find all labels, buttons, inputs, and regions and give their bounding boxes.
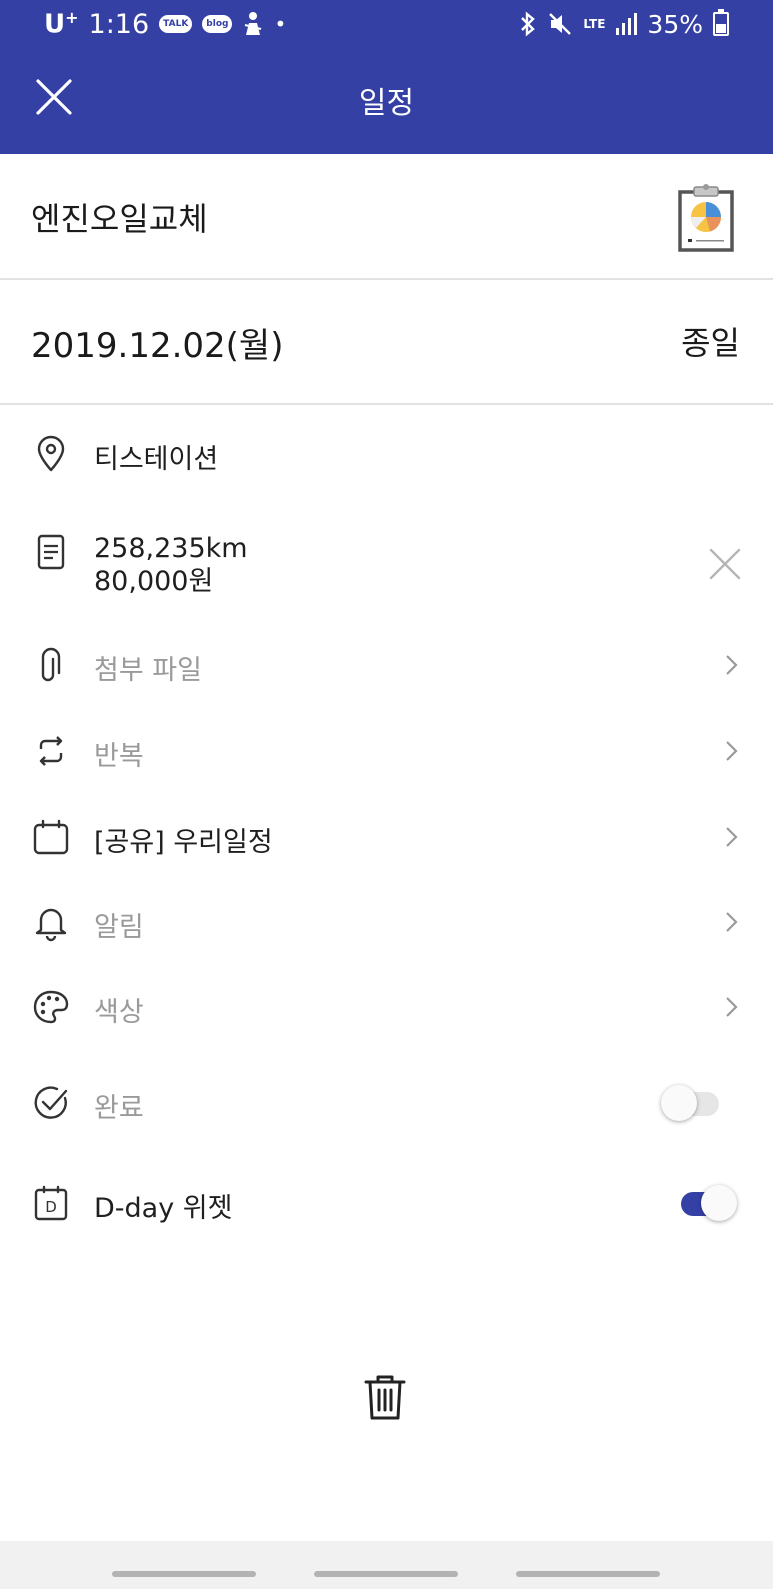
svg-text:D: D: [45, 1198, 57, 1216]
complete-toggle-knob: [661, 1085, 697, 1121]
attachment-row[interactable]: 첨부 파일: [0, 645, 773, 686]
repeat-label: 반복: [94, 741, 144, 772]
status-bar: U+ 1:16 TALK blog • LTE 35%: [0, 0, 773, 48]
all-day-label[interactable]: 종일: [681, 318, 740, 364]
dday-widget-label: D-day 위젯: [94, 1193, 233, 1224]
paperclip-icon: [41, 647, 61, 682]
attachment-label: 첨부 파일: [94, 655, 202, 686]
app-bar: 일정: [0, 48, 773, 154]
alarm-label: 알림: [94, 912, 144, 943]
page-title: 일정: [358, 86, 415, 121]
memo-row[interactable]: 258,235km 80,000원: [0, 532, 773, 600]
bell-icon: [35, 908, 67, 942]
talk-notification-icon: TALK: [159, 15, 193, 33]
location-row[interactable]: 티스테이션: [0, 434, 773, 475]
mute-icon: [549, 13, 572, 35]
calendar-row[interactable]: [공유] 우리일정: [0, 817, 773, 858]
chevron-right-icon: [726, 912, 738, 932]
trash-icon[interactable]: [362, 1372, 408, 1424]
dday-toggle-knob: [701, 1185, 737, 1221]
location-pin-icon: [37, 435, 65, 472]
palette-icon: [33, 990, 69, 1024]
dday-widget-toggle[interactable]: [675, 1183, 737, 1223]
color-row[interactable]: 색상: [0, 987, 773, 1028]
figure-notification-icon: [245, 12, 262, 35]
chevron-right-icon: [726, 655, 738, 675]
complete-row[interactable]: 완료: [0, 1083, 773, 1124]
chevron-right-icon: [726, 997, 738, 1017]
blog-notification-icon: blog: [202, 15, 233, 33]
memo-icon: [37, 534, 65, 570]
nav-home-button[interactable]: [314, 1571, 458, 1577]
repeat-row[interactable]: 반복: [0, 731, 773, 772]
signal-icon: [616, 13, 638, 35]
carrier-label: U+: [44, 8, 79, 40]
alarm-row[interactable]: 알림: [0, 902, 773, 943]
calendar-label: [공유] 우리일정: [94, 827, 273, 858]
more-notifications-dot: •: [274, 12, 287, 36]
system-nav-bar: [0, 1541, 773, 1589]
check-circle-icon: [34, 1086, 68, 1119]
memo-line-cost: 80,000원: [94, 566, 214, 597]
complete-label: 완료: [94, 1093, 144, 1124]
location-label: 티스테이션: [94, 444, 219, 475]
dday-icon: D: [34, 1185, 68, 1221]
bluetooth-icon: [521, 11, 536, 37]
nav-recent-button[interactable]: [112, 1571, 256, 1577]
date-row[interactable]: 2019.12.02(월) 종일: [0, 280, 773, 405]
event-date[interactable]: 2019.12.02(월): [31, 318, 283, 367]
dday-widget-row[interactable]: D D-day 위젯: [0, 1183, 773, 1224]
memo-text: 258,235km 80,000원: [94, 532, 248, 598]
nav-back-button[interactable]: [516, 1571, 660, 1577]
event-title[interactable]: 엔진오일교체: [31, 194, 208, 240]
network-type: LTE: [583, 17, 606, 31]
clipboard-chart-icon[interactable]: [678, 184, 734, 252]
event-title-row[interactable]: 엔진오일교체: [0, 154, 773, 280]
color-label: 색상: [94, 997, 144, 1028]
chevron-right-icon: [726, 741, 738, 761]
battery-percent: 35%: [647, 9, 703, 39]
memo-line-mileage: 258,235km: [94, 533, 248, 564]
repeat-icon: [39, 736, 63, 766]
clear-icon[interactable]: [707, 546, 743, 582]
complete-toggle[interactable]: [661, 1083, 723, 1123]
clock: 1:16: [88, 8, 150, 40]
battery-icon: [713, 9, 729, 36]
calendar-icon: [33, 819, 69, 855]
chevron-right-icon: [726, 827, 738, 847]
